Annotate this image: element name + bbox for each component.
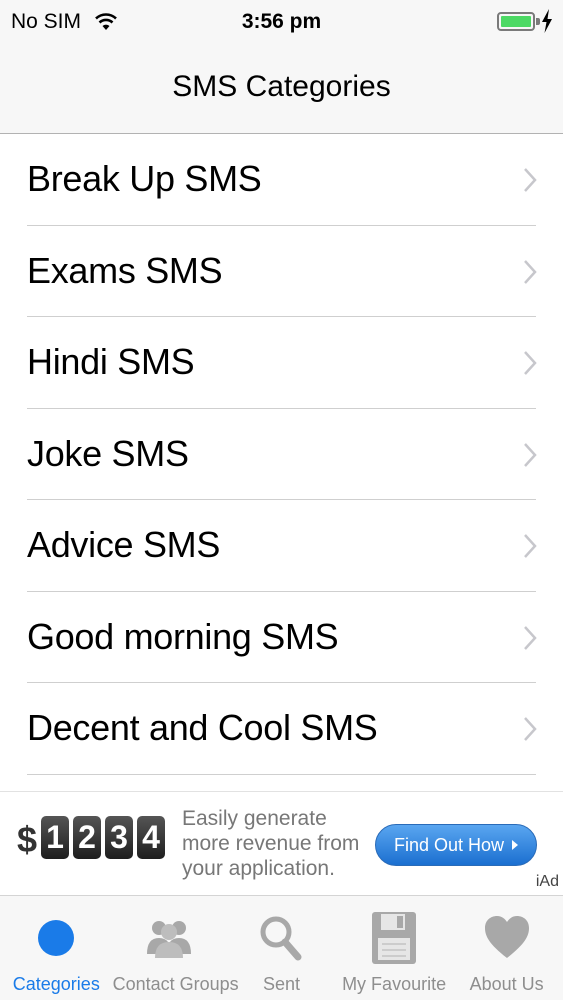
iad-banner[interactable]: $ 1 2 3 4 Easily generate more revenue f… bbox=[0, 791, 563, 895]
heart-icon bbox=[484, 916, 529, 958]
list-item[interactable]: Good morning SMS bbox=[0, 592, 563, 684]
find-out-how-label: Find Out How bbox=[393, 834, 505, 855]
list-item-label: Decent and Cool SMS bbox=[27, 707, 378, 748]
ad-digit: 4 bbox=[137, 816, 165, 859]
list-item-label: Advice SMS bbox=[27, 524, 221, 565]
list-item[interactable]: Joke SMS bbox=[0, 409, 563, 501]
tab-bar: Categories Contact Groups Sent My Favour… bbox=[0, 895, 563, 1000]
category-list[interactable]: Break Up SMS Exams SMS Hindi SMS Joke SM… bbox=[0, 134, 563, 791]
floppy-disk-icon bbox=[372, 912, 417, 964]
chevron-right-icon bbox=[524, 351, 537, 375]
chevron-right-icon bbox=[524, 442, 537, 467]
tab-categories[interactable]: Categories bbox=[0, 896, 113, 1000]
ad-digit: 1 bbox=[41, 816, 69, 859]
page-title: SMS Categories bbox=[172, 70, 391, 103]
ad-copy-line: more revenue from bbox=[182, 832, 360, 855]
charging-bolt-icon bbox=[542, 9, 552, 33]
tab-about-us[interactable]: About Us bbox=[450, 896, 563, 1000]
tab-sent[interactable]: Sent bbox=[225, 896, 338, 1000]
ad-digit: 2 bbox=[73, 816, 101, 859]
find-out-how-button[interactable]: Find Out How bbox=[375, 824, 537, 866]
ad-copy-line: your application. bbox=[182, 857, 335, 880]
tab-label: Categories bbox=[12, 974, 100, 994]
magnifier-icon bbox=[260, 916, 302, 961]
chevron-right-icon bbox=[524, 625, 537, 650]
tab-label: My Favourite bbox=[342, 974, 447, 994]
ad-copy: Easily generate more revenue from your a… bbox=[182, 806, 359, 881]
ad-digit: 3 bbox=[105, 816, 133, 859]
ad-dollar-sign: $ bbox=[17, 819, 38, 860]
chevron-right-icon bbox=[524, 534, 537, 558]
circle-icon bbox=[28, 910, 84, 966]
tab-contact-groups[interactable]: Contact Groups bbox=[112, 896, 239, 1000]
people-icon bbox=[146, 921, 191, 958]
tab-label: Contact Groups bbox=[112, 974, 239, 994]
list-item[interactable]: Decent and Cool SMS bbox=[0, 683, 563, 775]
chevron-right-icon bbox=[524, 259, 537, 284]
iad-badge: iAd bbox=[535, 873, 559, 890]
list-item[interactable]: Hindi SMS bbox=[0, 317, 563, 409]
play-arrow-icon bbox=[512, 840, 519, 850]
battery-icon bbox=[497, 12, 535, 31]
tab-label: Sent bbox=[262, 974, 300, 994]
list-item-label: Exams SMS bbox=[27, 249, 223, 291]
navigation-bar: SMS Categories bbox=[0, 44, 563, 134]
chevron-right-icon bbox=[524, 168, 537, 192]
list-item[interactable]: Exams SMS bbox=[0, 226, 563, 318]
chevron-right-icon bbox=[524, 717, 537, 741]
list-item-label: Joke SMS bbox=[27, 432, 189, 474]
ad-copy-line: Easily generate bbox=[182, 807, 327, 830]
status-bar: No SIM 3:56 pm bbox=[0, 0, 563, 44]
list-item-label: Good morning SMS bbox=[27, 615, 339, 657]
list-item-label: Break Up SMS bbox=[27, 158, 262, 199]
tab-label: About Us bbox=[469, 974, 544, 994]
battery-tip bbox=[536, 18, 540, 25]
list-item-label: Hindi SMS bbox=[27, 341, 195, 382]
list-item[interactable]: Advice SMS bbox=[0, 500, 563, 592]
tab-my-favourite[interactable]: My Favourite bbox=[338, 896, 451, 1000]
clock: 3:56 pm bbox=[241, 10, 322, 33]
list-item[interactable]: Break Up SMS bbox=[0, 134, 563, 226]
ad-counter: 1 2 3 4 bbox=[41, 816, 165, 859]
